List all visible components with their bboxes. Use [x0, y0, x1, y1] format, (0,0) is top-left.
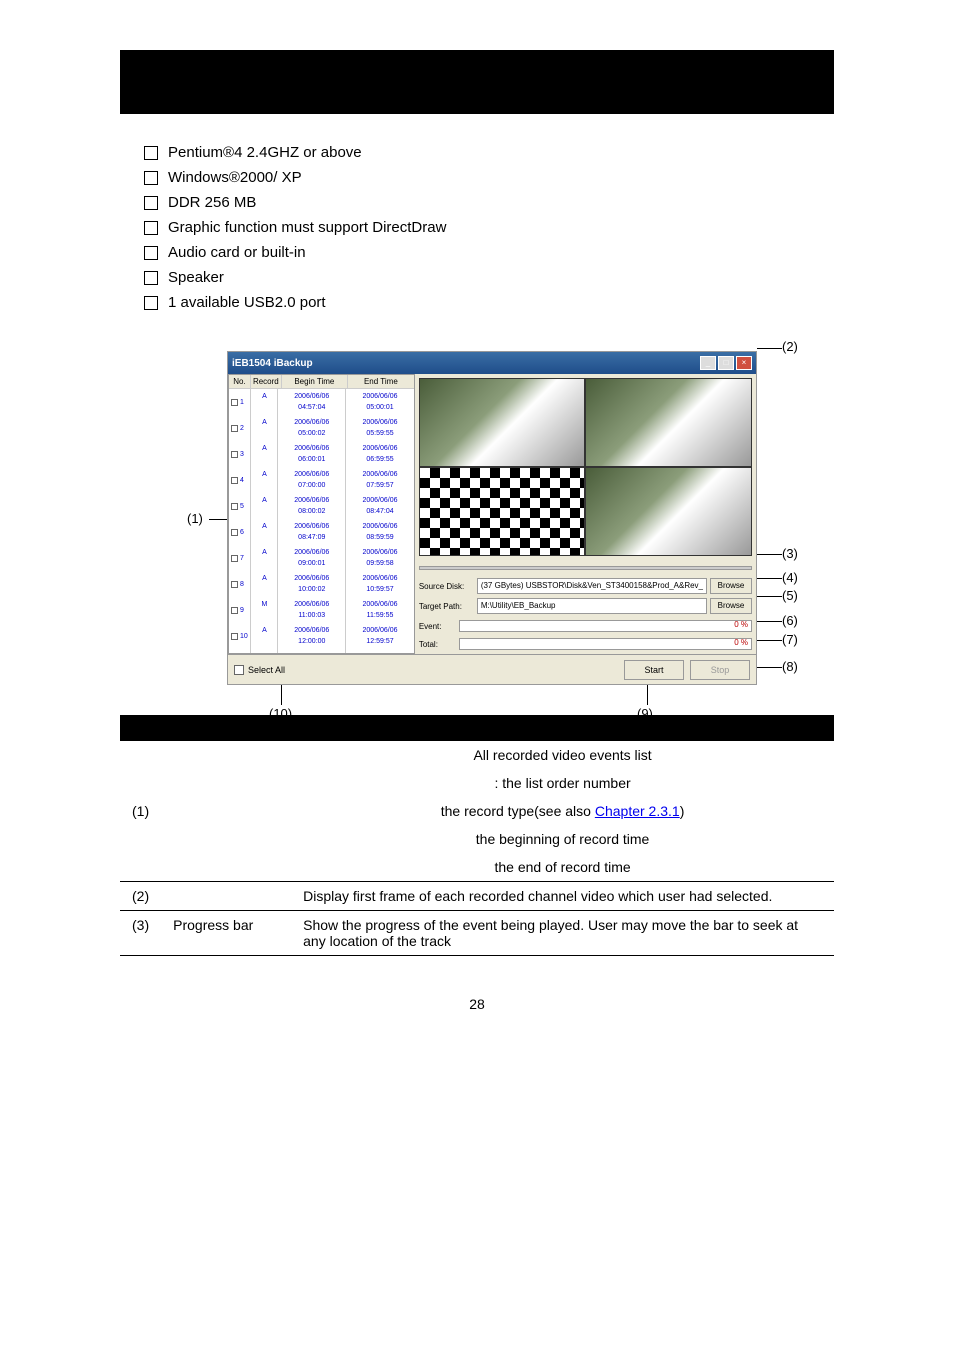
checkbox-icon: [144, 221, 158, 235]
annot-4: (4): [782, 570, 798, 585]
desc-text: the beginning of record time: [291, 825, 834, 853]
req-item: Pentium®4 2.4GHZ or above: [168, 144, 362, 161]
col-header-record: Record: [251, 375, 282, 388]
preview-tile: [419, 378, 586, 467]
annot-line: [757, 596, 782, 597]
preview-area: [419, 378, 752, 556]
table-row[interactable]: 11A2006/06/06 13:00:022006/06/06 13:27:3…: [229, 649, 414, 654]
req-item: 1 available USB2.0 port: [168, 294, 326, 311]
desc-text: the record type(see also Chapter 2.3.1): [291, 797, 834, 825]
checkbox-icon: [144, 296, 158, 310]
req-item: Speaker: [168, 269, 224, 286]
window-title: iEB1504 iBackup: [232, 358, 313, 369]
target-path-input[interactable]: M:\Utility\EB_Backup: [477, 598, 707, 614]
annot-line: [757, 554, 782, 555]
annot-1: (1): [187, 511, 203, 526]
table-row[interactable]: 4A2006/06/06 07:00:002006/06/06 07:59:57: [229, 467, 414, 493]
table-header-strip: [120, 715, 834, 741]
annot-line: [647, 685, 648, 705]
desc-name: Progress bar: [161, 911, 291, 956]
col-header-no: No.: [229, 375, 251, 388]
annot-9: (9): [637, 706, 653, 721]
description-table: (1) All recorded video events list : the…: [120, 741, 834, 956]
preview-tile: [585, 378, 752, 467]
table-row[interactable]: 1A2006/06/06 04:57:042006/06/06 05:00:01: [229, 389, 414, 415]
desc-text: Display first frame of each recorded cha…: [291, 882, 834, 911]
col-header-begin: Begin Time: [282, 375, 348, 388]
bottom-toolbar: Select All Start Stop: [228, 654, 756, 684]
checkbox-icon: [144, 171, 158, 185]
table-row[interactable]: 9M2006/06/06 11:00:032006/06/06 11:59:55: [229, 597, 414, 623]
col-header-end: End Time: [348, 375, 414, 388]
desc-name: [161, 882, 291, 911]
browse-target-button[interactable]: Browse: [710, 598, 752, 614]
select-all-label: Select All: [248, 665, 285, 675]
header-section-bar: [120, 50, 834, 114]
desc-num: (1): [120, 741, 161, 882]
start-button[interactable]: Start: [624, 660, 684, 680]
events-table-header: No. Record Begin Time End Time: [229, 375, 414, 389]
preview-tile: [419, 467, 586, 556]
preview-panel: Source Disk: (37 GBytes) USBSTOR\Disk&Ve…: [415, 374, 756, 654]
table-row[interactable]: 5A2006/06/06 08:00:022006/06/06 08:47:04: [229, 493, 414, 519]
minimize-button[interactable]: _: [700, 356, 716, 370]
annot-line: [209, 519, 227, 520]
desc-text: the end of record time: [291, 853, 834, 882]
preview-tile: [585, 467, 752, 556]
desc-text: : the list order number: [291, 769, 834, 797]
checkbox-icon: [144, 196, 158, 210]
event-progress-label: Event:: [419, 622, 459, 631]
page-number: 28: [120, 996, 834, 1012]
table-row[interactable]: 8A2006/06/06 10:00:022006/06/06 10:59:57: [229, 571, 414, 597]
annot-line: [757, 667, 782, 668]
total-progress-label: Total:: [419, 640, 459, 649]
annot-line: [281, 685, 282, 705]
desc-text: All recorded video events list: [291, 741, 834, 769]
annot-5: (5): [782, 588, 798, 603]
req-item: Audio card or built-in: [168, 244, 306, 261]
maximize-button[interactable]: □: [718, 356, 734, 370]
target-path-label: Target Path:: [419, 602, 477, 611]
app-screenshot-figure: iEB1504 iBackup _ □ × No. Record Begin T…: [157, 351, 797, 685]
annot-line: [757, 348, 782, 349]
desc-text: Show the progress of the event being pla…: [291, 911, 834, 956]
annot-10: (10): [269, 706, 292, 721]
events-list-panel[interactable]: No. Record Begin Time End Time 1A2006/06…: [228, 374, 415, 654]
requirements-list: Pentium®4 2.4GHZ or above Windows®2000/ …: [120, 144, 834, 311]
source-disk-input[interactable]: (37 GBytes) USBSTOR\Disk&Ven_ST3400158&P…: [477, 578, 707, 594]
annot-line: [757, 621, 782, 622]
annot-8: (8): [782, 659, 798, 674]
desc-num: (2): [120, 882, 161, 911]
event-progress-bar: 0 %: [459, 620, 752, 632]
source-disk-label: Source Disk:: [419, 582, 477, 591]
checkbox-icon: [144, 246, 158, 260]
req-item: DDR 256 MB: [168, 194, 256, 211]
annot-2: (2): [782, 339, 798, 354]
app-window: iEB1504 iBackup _ □ × No. Record Begin T…: [227, 351, 757, 685]
browse-source-button[interactable]: Browse: [710, 578, 752, 594]
table-row[interactable]: 3A2006/06/06 06:00:012006/06/06 06:59:55: [229, 441, 414, 467]
req-item: Windows®2000/ XP: [168, 169, 302, 186]
annot-line: [757, 640, 782, 641]
desc-num: (3): [120, 911, 161, 956]
close-button[interactable]: ×: [736, 356, 752, 370]
table-row[interactable]: 10A2006/06/06 12:00:002006/06/06 12:59:5…: [229, 623, 414, 649]
checkbox-icon: [144, 271, 158, 285]
titlebar: iEB1504 iBackup _ □ ×: [228, 352, 756, 374]
table-row[interactable]: 7A2006/06/06 09:00:012006/06/06 09:59:58: [229, 545, 414, 571]
checkbox-icon: [144, 146, 158, 160]
annot-7: (7): [782, 632, 798, 647]
total-progress-bar: 0 %: [459, 638, 752, 650]
table-row[interactable]: 6A2006/06/06 08:47:092006/06/06 08:59:59: [229, 519, 414, 545]
req-item: Graphic function must support DirectDraw: [168, 219, 446, 236]
annot-line: [757, 578, 782, 579]
table-row[interactable]: 2A2006/06/06 05:00:022006/06/06 05:59:55: [229, 415, 414, 441]
stop-button[interactable]: Stop: [690, 660, 750, 680]
select-all-checkbox[interactable]: [234, 665, 244, 675]
progress-slider[interactable]: [419, 566, 752, 570]
chapter-link[interactable]: Chapter 2.3.1: [595, 803, 680, 819]
annot-6: (6): [782, 613, 798, 628]
annot-3: (3): [782, 546, 798, 561]
